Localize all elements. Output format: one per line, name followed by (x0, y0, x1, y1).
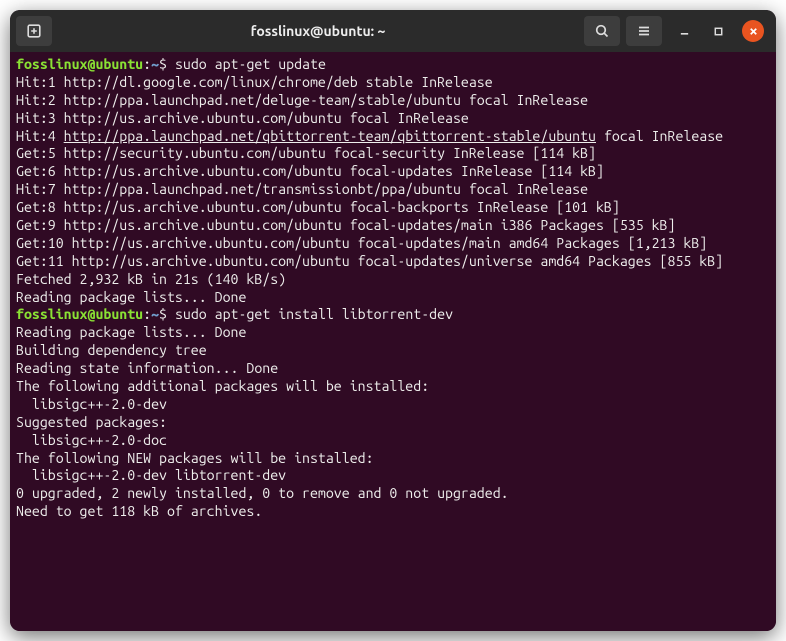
output-line: Building dependency tree (16, 342, 207, 358)
output-line: Reading package lists... Done (16, 324, 246, 340)
output-url: http://ppa.launchpad.net/qbittorrent-tea… (64, 128, 596, 144)
prompt-marker: $ (159, 56, 167, 72)
prompt-path: ~ (151, 56, 159, 72)
search-icon (594, 23, 610, 39)
output-line: Need to get 118 kB of archives. (16, 503, 262, 519)
output-line: Get:6 http://us.archive.ubuntu.com/ubunt… (16, 163, 604, 179)
output-line: Reading state information... Done (16, 360, 278, 376)
output-line: libsigc++-2.0-dev (16, 396, 167, 412)
prompt-user-host: fosslinux@ubuntu (16, 306, 143, 322)
terminal-body[interactable]: fosslinux@ubuntu:~$ sudo apt-get update … (10, 52, 776, 631)
prompt-user-host: fosslinux@ubuntu (16, 56, 143, 72)
prompt-marker: $ (159, 306, 167, 322)
output-line: 0 upgraded, 2 newly installed, 0 to remo… (16, 485, 509, 501)
minimize-button[interactable] (674, 21, 694, 41)
output-line: Get:11 http://us.archive.ubuntu.com/ubun… (16, 253, 723, 269)
minimize-icon (679, 26, 690, 37)
output-line: The following additional packages will b… (16, 378, 429, 394)
new-tab-button[interactable] (16, 16, 52, 46)
hamburger-icon (636, 23, 652, 39)
output-line: Get:5 http://security.ubuntu.com/ubuntu … (16, 145, 596, 161)
output-line: Suggested packages: (16, 414, 167, 430)
command-1: sudo apt-get update (175, 56, 326, 72)
output-line: The following NEW packages will be insta… (16, 450, 374, 466)
maximize-icon (713, 26, 724, 37)
search-button[interactable] (584, 16, 620, 46)
output-line-prefix: Hit:4 (16, 128, 64, 144)
output-line: Hit:2 http://ppa.launchpad.net/deluge-te… (16, 92, 588, 108)
prompt-sep: : (143, 56, 151, 72)
command-2: sudo apt-get install libtorrent-dev (175, 306, 453, 322)
output-line: libsigc++-2.0-doc (16, 432, 167, 448)
output-line: Fetched 2,932 kB in 21s (140 kB/s) (16, 271, 286, 287)
close-button[interactable] (742, 20, 764, 42)
output-line: Hit:7 http://ppa.launchpad.net/transmiss… (16, 181, 588, 197)
prompt-sep: : (143, 306, 151, 322)
output-line: Get:10 http://us.archive.ubuntu.com/ubun… (16, 235, 707, 251)
prompt-path: ~ (151, 306, 159, 322)
window-title: fosslinux@ubuntu: ~ (58, 23, 578, 39)
titlebar: fosslinux@ubuntu: ~ (10, 10, 776, 52)
output-line-suffix: focal InRelease (596, 128, 723, 144)
output-line: Hit:1 http://dl.google.com/linux/chrome/… (16, 74, 493, 90)
output-line: Reading package lists... Done (16, 289, 246, 305)
output-line: Get:8 http://us.archive.ubuntu.com/ubunt… (16, 199, 620, 215)
close-icon (748, 26, 759, 37)
maximize-button[interactable] (708, 21, 728, 41)
output-line: Hit:3 http://us.archive.ubuntu.com/ubunt… (16, 110, 469, 126)
terminal-window: fosslinux@ubuntu: ~ fo (10, 10, 776, 631)
menu-button[interactable] (626, 16, 662, 46)
new-tab-icon (26, 23, 42, 39)
output-line: libsigc++-2.0-dev libtorrent-dev (16, 467, 286, 483)
output-line: Get:9 http://us.archive.ubuntu.com/ubunt… (16, 217, 675, 233)
